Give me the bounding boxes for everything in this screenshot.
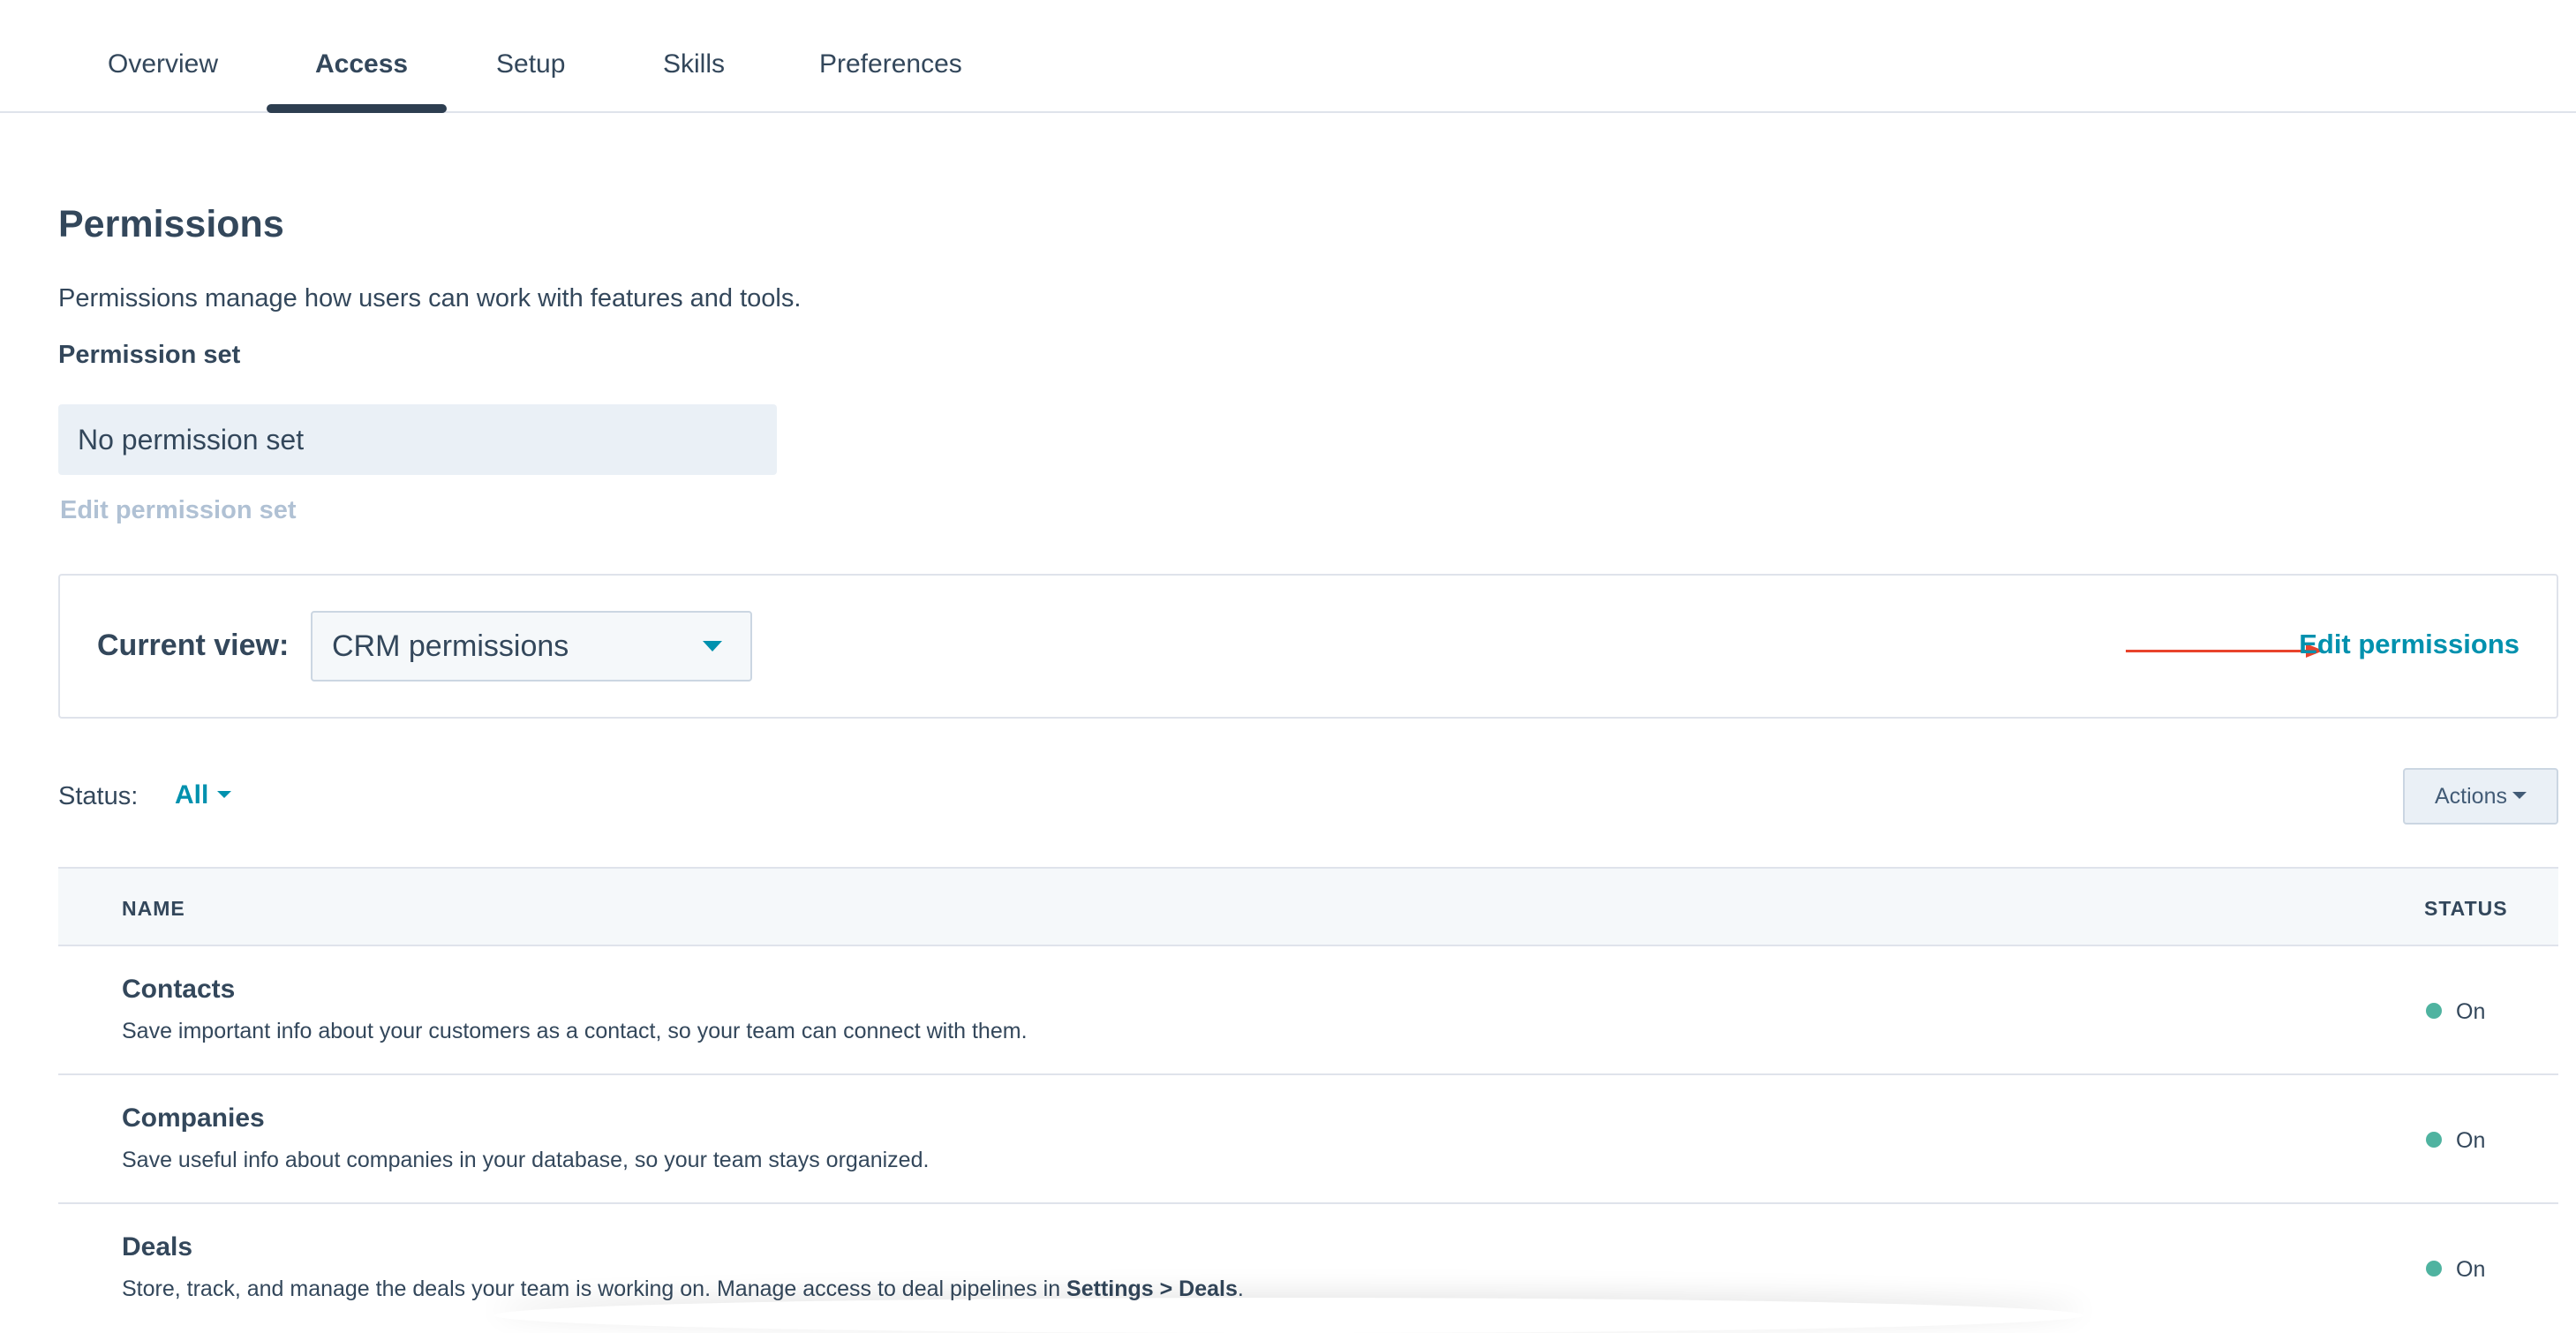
status-badge: On xyxy=(2426,1257,2485,1283)
chevron-down-icon xyxy=(2512,792,2527,800)
column-header-name[interactable]: NAME xyxy=(122,897,185,921)
permission-set-field: No permission set xyxy=(58,404,777,475)
status-filter-value: All xyxy=(175,780,209,810)
active-tab-indicator xyxy=(267,104,447,113)
tab-overview[interactable]: Overview xyxy=(108,49,218,79)
permissions-description: Permissions manage how users can work wi… xyxy=(58,284,802,313)
table-row: Companies Save useful info about compani… xyxy=(58,1075,2558,1204)
status-filter-dropdown[interactable]: All xyxy=(175,780,232,810)
status-badge: On xyxy=(2426,999,2485,1025)
row-title: Contacts xyxy=(122,975,236,1004)
tab-bar: Overview Access Setup Skills Preferences xyxy=(0,0,2576,113)
status-badge: On xyxy=(2426,1128,2485,1154)
tab-setup[interactable]: Setup xyxy=(496,49,565,79)
chevron-down-icon xyxy=(217,791,232,799)
actions-button-label: Actions xyxy=(2435,784,2507,809)
actions-button[interactable]: Actions xyxy=(2403,768,2558,825)
status-filter-label: Status: xyxy=(58,782,139,810)
table-header: NAME STATUS xyxy=(58,867,2558,946)
edit-permission-set-link: Edit permission set xyxy=(60,496,297,524)
arrow-annotation-icon xyxy=(2126,650,2308,652)
bottom-overlay-shadow xyxy=(494,1298,2083,1333)
status-dot-icon xyxy=(2426,1261,2442,1277)
tab-skills[interactable]: Skills xyxy=(663,49,725,79)
permission-set-label: Permission set xyxy=(58,341,241,369)
status-dot-icon xyxy=(2426,1132,2442,1148)
row-description: Save useful info about companies in your… xyxy=(122,1148,930,1172)
row-description: Save important info about your customers… xyxy=(122,1019,1028,1043)
current-view-label: Current view: xyxy=(97,629,290,662)
chevron-down-icon xyxy=(703,641,722,651)
row-title: Deals xyxy=(122,1232,193,1261)
tab-access[interactable]: Access xyxy=(315,49,408,79)
current-view-select[interactable]: CRM permissions xyxy=(311,611,752,682)
current-view-value: CRM permissions xyxy=(332,629,569,663)
row-title: Companies xyxy=(122,1103,265,1133)
tab-preferences[interactable]: Preferences xyxy=(819,49,962,79)
column-header-status[interactable]: STATUS xyxy=(2424,897,2508,921)
edit-permissions-link[interactable]: Edit permissions xyxy=(2299,629,2520,660)
current-view-panel: Current view: CRM permissions Edit permi… xyxy=(58,574,2558,719)
table-row: Contacts Save important info about your … xyxy=(58,946,2558,1075)
status-dot-icon xyxy=(2426,1003,2442,1020)
page-title: Permissions xyxy=(58,203,284,245)
